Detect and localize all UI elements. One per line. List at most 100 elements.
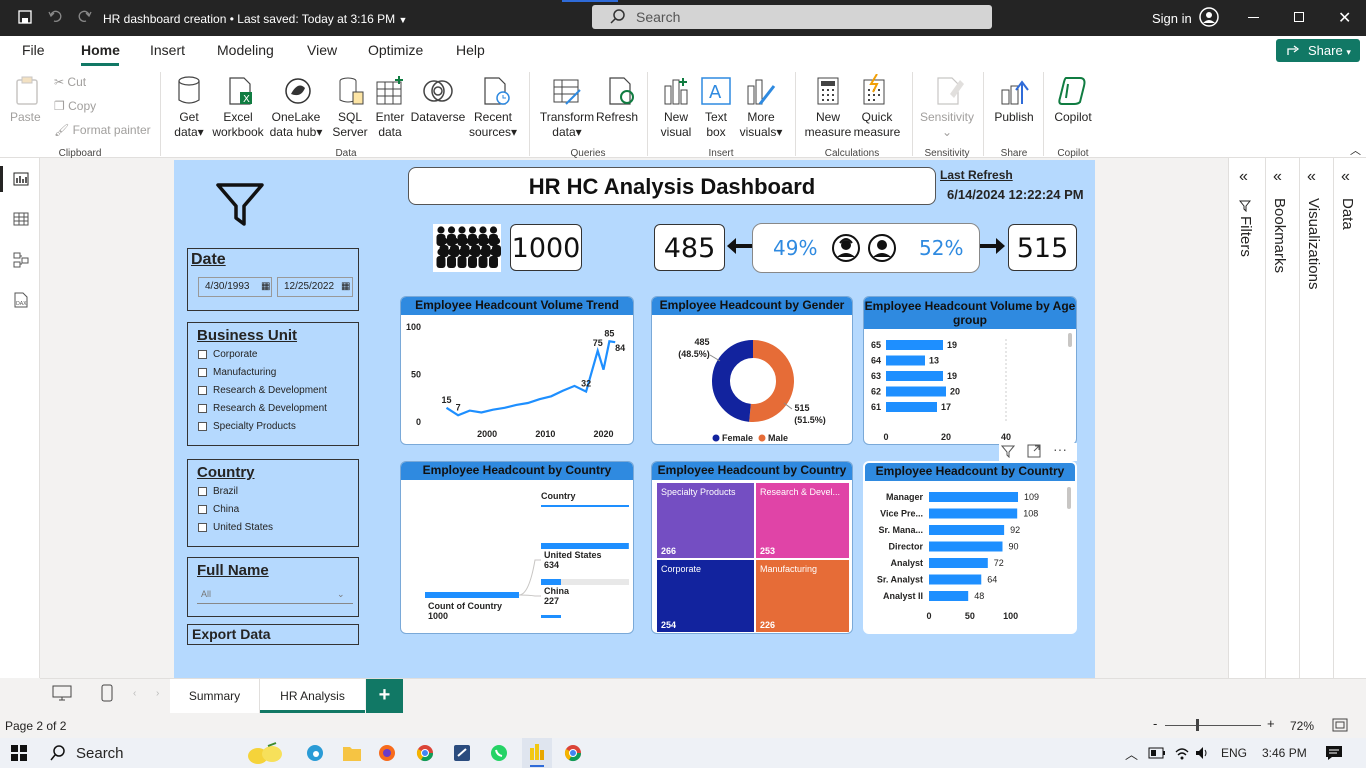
- export-data-button[interactable]: Export Data: [187, 624, 359, 645]
- tab-summary[interactable]: Summary: [170, 679, 260, 713]
- menu-insert[interactable]: Insert: [150, 42, 185, 58]
- chevron-down-icon[interactable]: ▼: [399, 15, 408, 25]
- checkbox-icon[interactable]: [198, 421, 207, 431]
- collapse-filters-icon[interactable]: «: [1239, 168, 1248, 186]
- sql-server-button[interactable]: SQL Server: [328, 110, 372, 140]
- menu-optimize[interactable]: Optimize: [368, 42, 423, 58]
- business-unit-option[interactable]: Research & Development: [198, 381, 327, 399]
- firefox-icon[interactable]: [378, 744, 396, 762]
- dax-query-icon[interactable]: DAX: [13, 292, 29, 308]
- save-icon[interactable]: [18, 10, 32, 24]
- menu-home[interactable]: Home: [81, 42, 120, 58]
- cut-button[interactable]: ✂ Cut: [54, 75, 86, 90]
- lemons-widget-icon[interactable]: [246, 741, 286, 767]
- date-to-input[interactable]: 12/25/2022 ▦: [277, 277, 353, 297]
- visualizations-pane-tab[interactable]: Visualizations: [1305, 198, 1322, 289]
- business-unit-option[interactable]: Research & Development: [198, 399, 327, 417]
- next-page-icon[interactable]: ›: [156, 688, 159, 699]
- collapse-data-icon[interactable]: «: [1341, 168, 1350, 186]
- collapse-visualizations-icon[interactable]: «: [1307, 168, 1316, 186]
- add-page-button[interactable]: +: [366, 679, 403, 713]
- menu-modeling[interactable]: Modeling: [217, 42, 274, 58]
- full-name-dropdown[interactable]: All ⌄: [197, 585, 353, 604]
- checkbox-icon[interactable]: [198, 486, 207, 496]
- menu-file[interactable]: File: [22, 42, 45, 58]
- title-search-input[interactable]: Search: [592, 5, 992, 29]
- powerbi-taskbar-icon[interactable]: [522, 738, 552, 768]
- paste-button[interactable]: Paste: [10, 110, 41, 125]
- report-view-icon[interactable]: [13, 172, 29, 186]
- more-options-icon[interactable]: ···: [1053, 441, 1067, 457]
- age-group-visual[interactable]: Employee Headcount Volume by Age group 6…: [863, 296, 1077, 445]
- windows-start-icon[interactable]: [11, 745, 27, 761]
- zoom-slider[interactable]: [1165, 725, 1261, 726]
- tab-hr-analysis[interactable]: HR Analysis: [260, 679, 365, 713]
- country-option[interactable]: Brazil: [198, 482, 273, 500]
- onelake-button[interactable]: OneLake data hub▾: [266, 110, 326, 140]
- zoom-in-button[interactable]: +: [1267, 716, 1275, 731]
- focus-mode-icon[interactable]: [1027, 444, 1041, 458]
- more-visuals-button[interactable]: More visuals▾: [736, 110, 786, 140]
- refresh-button[interactable]: Refresh: [596, 110, 638, 125]
- checkbox-icon[interactable]: [198, 367, 207, 377]
- checkbox-icon[interactable]: [198, 349, 207, 359]
- zoom-out-button[interactable]: -: [1153, 716, 1157, 731]
- sensitivity-button[interactable]: Sensitivity ⌄: [916, 110, 978, 140]
- business-unit-option[interactable]: Specialty Products: [198, 417, 327, 435]
- zoom-slider-thumb[interactable]: [1196, 719, 1199, 731]
- copilot-button[interactable]: Copilot: [1048, 110, 1098, 125]
- redo-icon[interactable]: [78, 9, 92, 23]
- business-unit-treemap-visual[interactable]: Employee Headcount by Country Specialty …: [651, 461, 853, 634]
- country-decomposition-visual[interactable]: Employee Headcount by Country Country Cou…: [400, 461, 634, 634]
- remote-desktop-icon[interactable]: [453, 744, 471, 762]
- bookmarks-pane-tab[interactable]: Bookmarks: [1271, 198, 1288, 273]
- excel-workbook-button[interactable]: Excel workbook: [210, 110, 266, 140]
- country-option[interactable]: United States: [198, 518, 273, 536]
- checkbox-icon[interactable]: [198, 403, 207, 413]
- menu-help[interactable]: Help: [456, 42, 485, 58]
- fit-to-page-icon[interactable]: [1332, 718, 1348, 732]
- date-from-input[interactable]: 4/30/1993 ▦: [198, 277, 272, 297]
- edge-icon[interactable]: [306, 744, 324, 762]
- recent-sources-button[interactable]: Recent sources▾: [466, 110, 520, 140]
- minimize-icon[interactable]: [1248, 17, 1259, 18]
- transform-data-button[interactable]: Transform data▾: [538, 110, 596, 140]
- business-unit-option[interactable]: Corporate: [198, 345, 327, 363]
- quick-measure-button[interactable]: Quick measure: [852, 110, 902, 140]
- headcount-trend-visual[interactable]: Employee Headcount Volume Trend 0 50 100 20…: [400, 296, 634, 445]
- mobile-layout-icon[interactable]: [101, 684, 113, 702]
- maximize-icon[interactable]: [1294, 12, 1304, 22]
- job-title-visual[interactable]: Employee Headcount by Country Manager 109…: [863, 461, 1077, 634]
- enter-data-button[interactable]: Enter data: [372, 110, 408, 140]
- chrome-icon-2[interactable]: [564, 744, 582, 762]
- gender-donut-visual[interactable]: Employee Headcount by Gender 485 (48.5%) 5…: [651, 296, 853, 445]
- filters-pane-tab[interactable]: Filters: [1237, 216, 1254, 257]
- model-view-icon[interactable]: [13, 252, 29, 268]
- checkbox-icon[interactable]: [198, 504, 207, 514]
- checkbox-icon[interactable]: [198, 385, 207, 395]
- format-painter-button[interactable]: 🖌 Format painter: [54, 123, 151, 138]
- language-indicator[interactable]: ENG: [1221, 746, 1247, 760]
- chrome-icon[interactable]: [416, 744, 434, 762]
- clock[interactable]: 3:46 PM: [1262, 746, 1307, 760]
- account-icon[interactable]: [1199, 7, 1219, 27]
- menu-view[interactable]: View: [307, 42, 337, 58]
- table-view-icon[interactable]: [13, 212, 29, 226]
- filter-icon[interactable]: [1001, 444, 1015, 458]
- get-data-button[interactable]: Get data▾: [168, 110, 210, 140]
- chevron-up-icon[interactable]: ︿: [1125, 744, 1138, 763]
- text-box-button[interactable]: Text box: [698, 110, 734, 140]
- file-explorer-icon[interactable]: [342, 744, 362, 762]
- copy-button[interactable]: ❐ Copy: [54, 99, 96, 114]
- prev-page-icon[interactable]: ‹: [133, 688, 136, 699]
- sign-in-link[interactable]: Sign in: [1152, 11, 1192, 26]
- country-option[interactable]: China: [198, 500, 273, 518]
- new-visual-button[interactable]: New visual: [656, 110, 696, 140]
- filter-funnel-icon[interactable]: [216, 182, 264, 228]
- collapse-bookmarks-icon[interactable]: «: [1273, 168, 1282, 186]
- business-unit-option[interactable]: Manufacturing: [198, 363, 327, 381]
- new-measure-button[interactable]: New measure: [804, 110, 852, 140]
- dataverse-button[interactable]: Dataverse: [410, 110, 466, 125]
- undo-icon[interactable]: [48, 9, 62, 23]
- notifications-icon[interactable]: [1325, 744, 1343, 762]
